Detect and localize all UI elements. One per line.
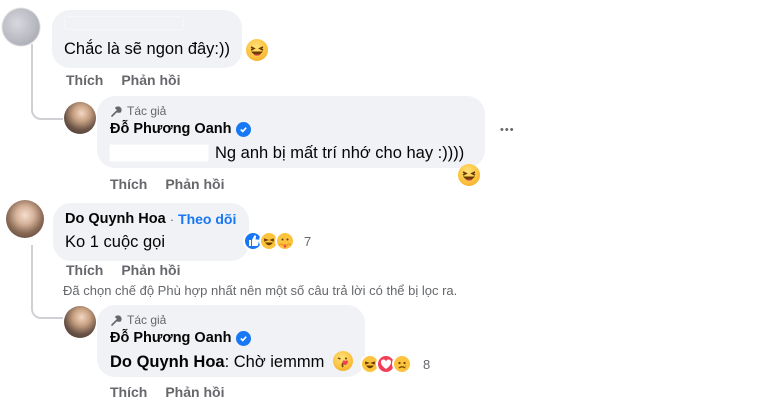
reaction-count: 7	[304, 234, 312, 249]
like-link[interactable]: Thích	[66, 72, 103, 88]
thread-connector	[31, 245, 63, 319]
reply-link[interactable]: Phản hồi	[165, 176, 224, 192]
author-tag-label: Tác giả	[127, 313, 167, 327]
redacted-mention	[109, 144, 209, 162]
comment-bubble: Tác giả Đỗ Phương Oanh Ng anh bị mất trí…	[97, 96, 485, 168]
commenter-name-text[interactable]: Đỗ Phương Oanh	[110, 121, 232, 137]
author-tag: Tác giả	[110, 313, 166, 327]
verified-badge-icon	[235, 121, 251, 137]
comment-text: : Chờ iemmm	[224, 353, 325, 371]
comment-header: Do Quynh Hoa · Theo dõi	[65, 211, 236, 227]
sad-reaction-icon	[392, 354, 412, 374]
like-link[interactable]: Thích	[66, 262, 103, 278]
comment-body: Do Quynh Hoa: Chờ iemmm	[110, 353, 324, 372]
like-link[interactable]: Thích	[110, 176, 147, 192]
commenter-name-text[interactable]: Đỗ Phương Oanh	[110, 330, 232, 346]
comment-bubble: Chắc là sẽ ngon đây:))	[52, 10, 268, 68]
reaction-summary[interactable]: 8	[360, 354, 440, 376]
comment-actions: Thích Phản hồi	[66, 262, 198, 280]
microphone-icon	[111, 105, 122, 117]
comment-text: Ng anh bị mất trí nhớ cho hay :))))	[215, 144, 465, 162]
comment-actions: Thích Phản hồi	[110, 176, 242, 194]
comment-bubble: Tác giả Đỗ Phương Oanh Do Quynh Hoa: Chờ…	[97, 305, 365, 377]
author-tag: Tác giả	[110, 104, 166, 118]
comment-text: Ko 1 cuộc gọi	[65, 233, 165, 251]
kissing-heart-emoji-icon	[333, 351, 353, 371]
comment-text: Chắc là sẽ ngon đây:))	[64, 40, 231, 58]
commenter-name[interactable]: Đỗ Phương Oanh	[110, 121, 251, 137]
avatar[interactable]	[6, 200, 44, 238]
grinning-squint-emoji-icon	[458, 164, 480, 186]
mention-link[interactable]: Do Quynh Hoa	[110, 353, 225, 371]
follow-link[interactable]: Theo dõi	[178, 211, 236, 227]
care-reaction-icon	[275, 231, 295, 251]
avatar[interactable]	[64, 306, 96, 338]
author-tag-label: Tác giả	[127, 104, 167, 118]
reply-link[interactable]: Phản hồi	[121, 262, 180, 278]
commenter-name[interactable]: Do Quynh Hoa	[65, 211, 166, 227]
filter-notice: Đã chọn chế độ Phù hợp nhất nên một số c…	[63, 283, 458, 298]
reaction-summary[interactable]: 7	[243, 231, 323, 253]
thread-connector	[31, 96, 63, 120]
like-link[interactable]: Thích	[110, 384, 147, 400]
verified-badge-icon	[235, 330, 251, 346]
redacted-name	[64, 16, 184, 30]
more-options-button[interactable]: •••	[500, 124, 515, 136]
grinning-squint-emoji-icon	[246, 39, 268, 61]
thread-line	[31, 44, 33, 104]
comment-actions: Thích Phản hồi	[66, 72, 198, 90]
separator-dot: ·	[169, 211, 175, 227]
reaction-count: 8	[423, 357, 431, 372]
reply-link[interactable]: Phản hồi	[121, 72, 180, 88]
comment-actions: Thích Phản hồi	[110, 384, 242, 402]
commenter-name[interactable]: Đỗ Phương Oanh	[110, 330, 251, 346]
avatar[interactable]	[2, 8, 40, 46]
avatar[interactable]	[64, 102, 96, 134]
reply-link[interactable]: Phản hồi	[165, 384, 224, 400]
microphone-icon	[111, 314, 122, 326]
comment-bubble: Do Quynh Hoa · Theo dõi Ko 1 cuộc gọi	[53, 203, 249, 261]
